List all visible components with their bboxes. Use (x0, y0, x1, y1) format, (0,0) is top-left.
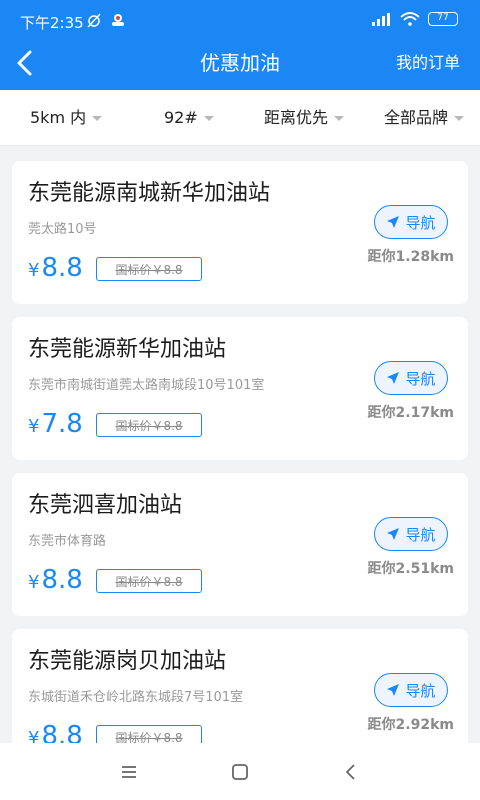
status-time: 下午2:35 (20, 14, 84, 32)
navigate-button[interactable]: 导航 (374, 517, 448, 551)
price-value: 8.8 (41, 253, 83, 283)
currency-symbol: ¥ (28, 572, 40, 593)
price-value: 8.8 (41, 565, 83, 595)
currency-symbol: ¥ (28, 728, 40, 743)
station-distance: 距你2.51km (367, 561, 454, 577)
station-card[interactable]: 东莞能源南城新华加油站 莞太路10号 ¥ 8.8 国标价￥8.8 导航 距你1.… (12, 161, 468, 304)
status-system-icons: 77 (370, 12, 458, 26)
station-list: 东莞能源南城新华加油站 莞太路10号 ¥ 8.8 国标价￥8.8 导航 距你1.… (0, 146, 480, 743)
station-address: 东莞市南城街道莞太路南城段10号101室 (28, 378, 265, 393)
caret-down-icon (92, 115, 103, 121)
station-name: 东莞泗喜加油站 (28, 493, 183, 518)
filter-sort[interactable]: 距离优先 (264, 107, 345, 129)
navigation-arrow-icon (387, 684, 400, 696)
station-name: 东莞能源南城新华加油站 (28, 181, 271, 206)
station-name: 东莞能源岗贝加油站 (28, 649, 227, 674)
filter-brand-label: 全部品牌 (384, 108, 449, 127)
national-list-price: 国标价￥8.8 (96, 569, 202, 593)
currency-symbol: ¥ (28, 416, 40, 437)
battery-indicator: 77 (428, 12, 458, 26)
app-notification-icon (112, 14, 124, 26)
filter-brand[interactable]: 全部品牌 (384, 107, 465, 129)
filter-fuel-type[interactable]: 92# (164, 107, 214, 129)
station-address: 东莞市体育路 (28, 534, 107, 549)
navigate-label: 导航 (405, 369, 436, 388)
station-distance: 距你2.92km (367, 717, 454, 733)
station-card[interactable]: 东莞能源岗贝加油站 东城街道禾仓岭北路东城段7号101室 ¥ 8.8 国标价￥8… (12, 629, 468, 743)
price-value: 8.8 (41, 721, 83, 743)
discount-price: ¥ 8.8 (28, 565, 83, 598)
navigation-arrow-icon (387, 528, 400, 540)
system-back-button[interactable] (340, 761, 362, 783)
navigate-label: 导航 (405, 213, 436, 232)
station-name: 东莞能源新华加油站 (28, 337, 227, 362)
filter-distance[interactable]: 5km 内 (30, 107, 103, 129)
system-navigation-bar (0, 743, 480, 800)
alarm-muted-icon (87, 13, 101, 28)
navigate-button[interactable]: 导航 (374, 673, 448, 707)
filter-fuel-type-label: 92# (164, 108, 198, 127)
station-distance: 距你1.28km (367, 249, 454, 265)
my-orders-link[interactable]: 我的订单 (396, 52, 460, 74)
menu-icon (122, 766, 136, 778)
caret-down-icon (203, 115, 214, 121)
recent-apps-button[interactable] (118, 761, 140, 783)
navigate-button[interactable]: 导航 (374, 205, 448, 239)
station-distance: 距你2.17km (367, 405, 454, 421)
wifi-icon (400, 12, 420, 26)
station-address: 东城街道禾仓岭北路东城段7号101室 (28, 690, 244, 705)
national-list-price: 国标价￥8.8 (96, 257, 202, 281)
filter-bar: 5km 内 92# 距离优先 全部品牌 (0, 90, 480, 146)
station-card[interactable]: 东莞泗喜加油站 东莞市体育路 ¥ 8.8 国标价￥8.8 导航 距你2.51km (12, 473, 468, 616)
caret-down-icon (454, 115, 465, 121)
signal-icon (372, 13, 390, 26)
national-list-price: 国标价￥8.8 (96, 725, 202, 743)
status-bar: 下午2:35 77 (0, 0, 480, 40)
currency-symbol: ¥ (28, 260, 40, 281)
home-square-icon (232, 764, 248, 780)
filter-sort-label: 距离优先 (264, 108, 329, 127)
navigate-button[interactable]: 导航 (374, 361, 448, 395)
back-triangle-icon (346, 764, 355, 780)
station-address: 莞太路10号 (28, 222, 97, 237)
discount-price: ¥ 7.8 (28, 409, 83, 442)
navigation-arrow-icon (387, 216, 400, 228)
filter-distance-label: 5km 内 (30, 108, 87, 127)
status-notification-icons (86, 12, 126, 28)
app-bar: 下午2:35 77 优惠加油 我的订单 (0, 0, 480, 90)
national-list-price: 国标价￥8.8 (96, 413, 202, 437)
price-value: 7.8 (41, 409, 83, 439)
navigate-label: 导航 (405, 681, 436, 700)
navigate-label: 导航 (405, 525, 436, 544)
station-card[interactable]: 东莞能源新华加油站 东莞市南城街道莞太路南城段10号101室 ¥ 7.8 国标价… (12, 317, 468, 460)
home-button[interactable] (229, 761, 251, 783)
caret-down-icon (334, 115, 345, 121)
discount-price: ¥ 8.8 (28, 253, 83, 286)
discount-price: ¥ 8.8 (28, 721, 83, 743)
navigation-arrow-icon (387, 372, 400, 384)
